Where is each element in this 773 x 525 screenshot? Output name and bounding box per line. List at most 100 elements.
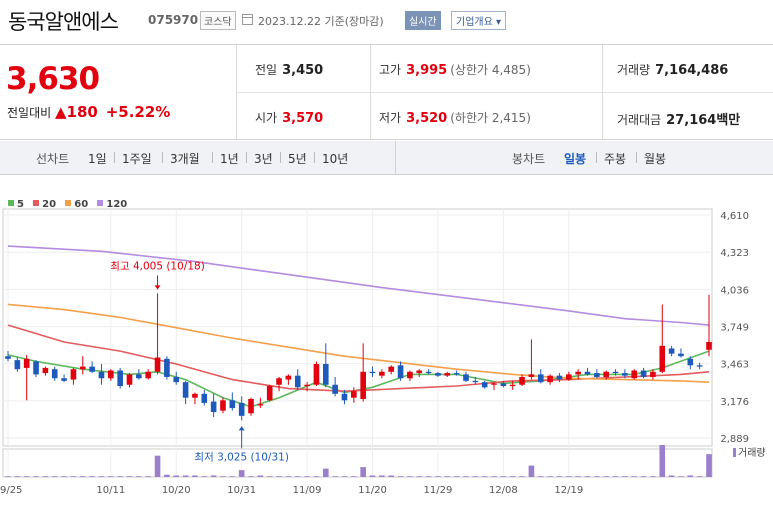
candle-body <box>351 391 357 398</box>
quote-panel: 3,630 전일대비 ▲180 +5.22% 전일 3,450 고가 3,995 (상… <box>0 44 773 140</box>
period-1w[interactable]: 1주일 <box>122 150 152 167</box>
volume-bar <box>491 476 497 477</box>
volume-bar <box>519 476 525 477</box>
volume-bar <box>192 475 198 477</box>
volume-bar <box>407 476 413 477</box>
candle-body <box>136 374 142 379</box>
candle-body <box>500 383 507 387</box>
candle-body <box>304 384 310 387</box>
x-tick-label: 10/31 <box>227 485 256 496</box>
volume: 거래량 7,164,486 <box>617 63 729 78</box>
volume-bar <box>565 476 572 477</box>
price-change: 전일대비 ▲180 +5.22% <box>7 103 171 121</box>
volume-bar <box>79 476 86 477</box>
market-badge: 코스닥 <box>200 11 236 30</box>
candle-body <box>678 353 684 357</box>
volume-bar <box>89 476 95 477</box>
low-arrowhead <box>238 426 245 431</box>
volume-bar <box>388 475 395 477</box>
ma120-line <box>7 245 710 326</box>
candle-body <box>14 360 21 370</box>
volume-bar <box>210 475 217 477</box>
candle-monthly[interactable]: 월봉 <box>644 150 666 167</box>
price-plot-frame <box>2 208 713 447</box>
candle-weekly[interactable]: 주봉 <box>604 150 626 167</box>
volume-bar <box>173 475 180 477</box>
y-tick-label: 3,176 <box>720 397 749 408</box>
volume-bar <box>584 476 591 477</box>
volume-bar <box>145 476 152 477</box>
high-annotation: 최고 4,005 (10/18) <box>110 260 205 272</box>
volume-bar <box>126 476 133 477</box>
up-triangle-icon: ▲ <box>55 103 67 121</box>
open-price: 시가 3,570 <box>255 111 324 126</box>
volume-bar <box>463 476 469 477</box>
candle-body <box>257 404 264 406</box>
y-tick-label: 3,749 <box>720 323 749 334</box>
candle-body <box>23 358 30 368</box>
company-info-dropdown[interactable]: 기업개요 ▾ <box>451 11 507 30</box>
volume-bar <box>706 454 712 477</box>
period-1d[interactable]: 1일 <box>88 150 107 167</box>
volume-bar <box>117 476 123 477</box>
candle-daily[interactable]: 일봉 <box>564 150 586 167</box>
volume-bar <box>201 476 208 477</box>
period-1y[interactable]: 1년 <box>220 150 239 167</box>
calendar-icon <box>242 14 253 25</box>
volume-bar <box>668 475 675 477</box>
volume-bar <box>294 476 301 477</box>
candle-body <box>706 341 712 350</box>
volume-bar <box>108 476 114 477</box>
candle-body <box>631 370 638 379</box>
candle-body <box>201 393 208 403</box>
volume-bar <box>435 476 441 477</box>
candle-body <box>266 386 273 401</box>
candle-body <box>650 371 656 377</box>
volume-bar <box>481 476 488 477</box>
candle-body <box>463 374 469 381</box>
candle-body <box>173 376 180 383</box>
candle-body <box>425 371 432 374</box>
candle-body <box>472 380 479 383</box>
candle-body <box>612 371 619 374</box>
volume-bar <box>154 455 161 477</box>
candle-body <box>556 375 563 380</box>
low-price: 저가 3,520 (하한가 2,415) <box>379 111 531 126</box>
candle-body <box>547 375 553 383</box>
candle-body <box>145 371 152 379</box>
candle-body <box>229 400 236 409</box>
period-3m[interactable]: 3개월 <box>170 150 200 167</box>
volume-bar <box>229 476 236 477</box>
low-annotation: 최저 3,025 (10/31) <box>194 451 289 463</box>
period-5y[interactable]: 5년 <box>288 150 307 167</box>
candle-body <box>192 393 198 398</box>
period-3y[interactable]: 3년 <box>254 150 273 167</box>
candle-body <box>640 370 647 377</box>
candle-body <box>537 374 544 383</box>
candle-body <box>164 358 170 377</box>
candle-body <box>332 384 338 394</box>
realtime-button[interactable]: 실시간 <box>405 11 441 30</box>
volume-bar <box>98 476 105 477</box>
volume-bar <box>397 476 404 477</box>
period-10y[interactable]: 10년 <box>322 150 348 167</box>
candle-body <box>313 364 320 385</box>
volume-bar <box>472 476 479 477</box>
stock-code: 075970 <box>148 13 199 27</box>
candle-body <box>33 361 39 375</box>
candle-body <box>210 401 217 412</box>
x-tick-label: 10/20 <box>162 485 191 496</box>
candle-body <box>238 402 245 416</box>
candle-body <box>444 373 451 376</box>
volume-bar <box>631 476 638 477</box>
volume-bar <box>509 476 516 477</box>
high-price: 고가 3,995 (상한가 4,485) <box>379 63 531 78</box>
volume-bar <box>341 476 348 477</box>
candle-body <box>379 371 385 376</box>
candle-body <box>491 383 497 385</box>
candle-body <box>603 371 609 377</box>
x-tick-label: 11/20 <box>358 485 387 496</box>
volume-bar <box>537 476 544 477</box>
volume-bar <box>659 445 666 477</box>
volume-bar <box>23 476 30 477</box>
